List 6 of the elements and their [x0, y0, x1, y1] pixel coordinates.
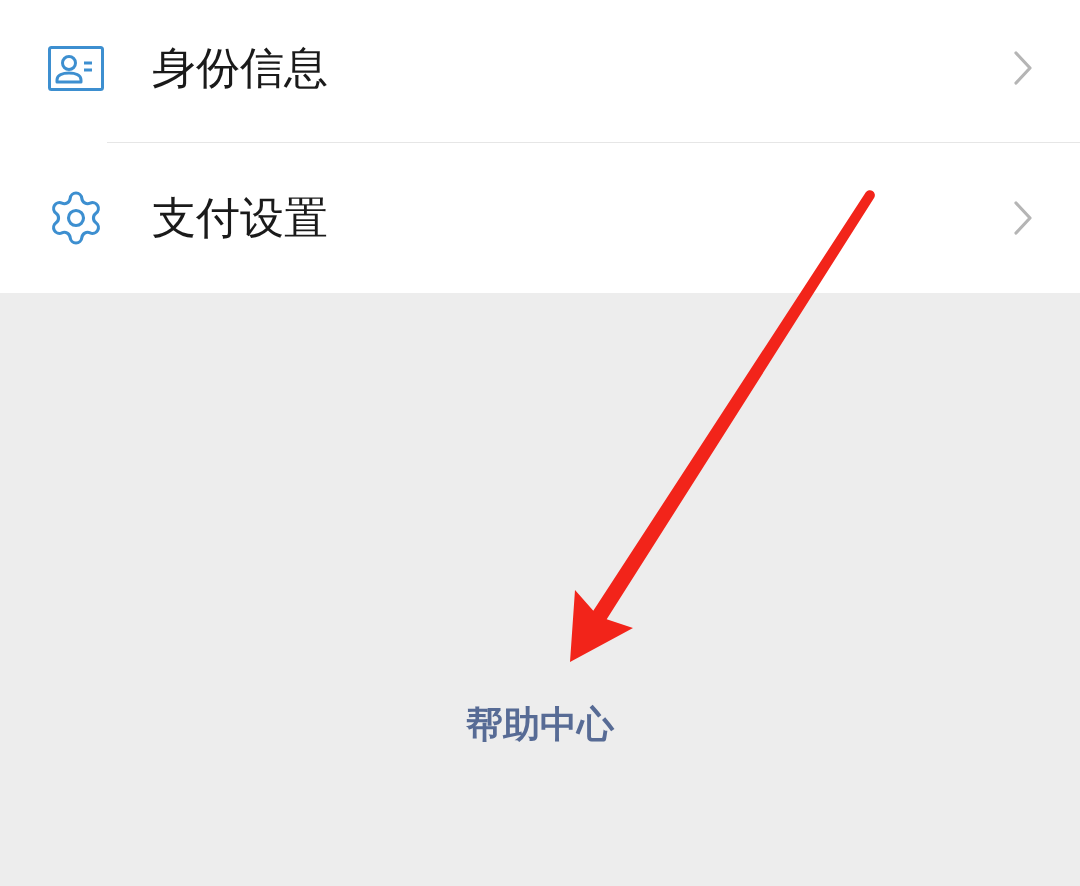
menu-item[interactable]: 身份信息 [0, 0, 1080, 142]
chevron-right-icon [1014, 201, 1032, 235]
menu-item[interactable]: 支付设置 [0, 143, 1080, 293]
id-card-icon [48, 45, 104, 91]
chevron-right-icon [1014, 51, 1032, 85]
help-center-link[interactable]: 帮助中心 [466, 705, 614, 746]
